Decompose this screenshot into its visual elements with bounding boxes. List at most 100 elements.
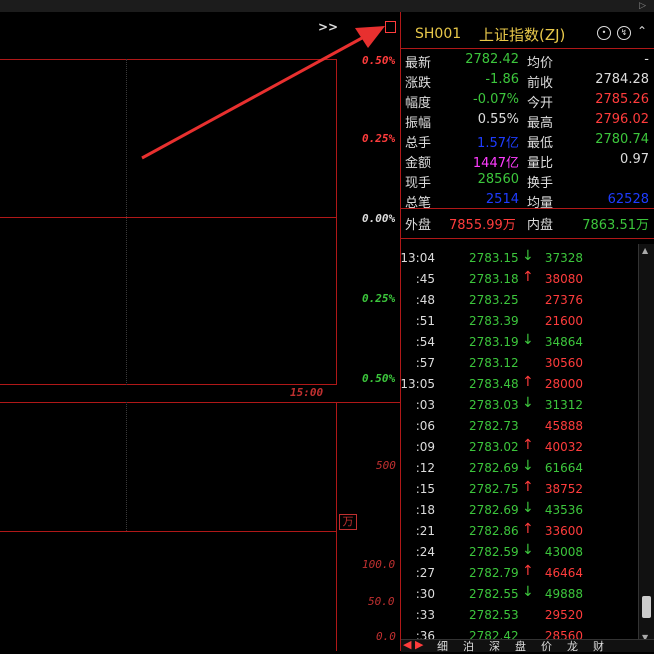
tick-row[interactable]: :21 2782.86 ↑ 33600 — [401, 521, 635, 542]
tick-row[interactable]: :33 2782.53 29520 — [401, 605, 635, 626]
bottom-tabs: ◀ ▶ 细泊深盘价龙财 — [401, 638, 654, 654]
tick-volume: 30560 — [544, 356, 583, 370]
quote-label: 量比 — [527, 156, 554, 171]
indicator-label-100: 100.0 — [362, 558, 396, 571]
tick-price: 2782.75 — [469, 482, 519, 496]
tab-item[interactable]: 财 — [593, 638, 604, 654]
quote-value: 2785.26 — [595, 92, 649, 107]
tick-price: 2782.86 — [469, 524, 519, 538]
tick-time: 13:04 — [400, 251, 435, 265]
tick-row[interactable]: :30 2782.55 ↓ 49888 — [401, 584, 635, 605]
quote-label: 总手 — [405, 136, 432, 151]
arrow-up-icon: ↑ — [522, 269, 534, 285]
tick-row[interactable]: :15 2782.75 ↑ 38752 — [401, 479, 635, 500]
tick-row[interactable]: :51 2783.39 21600 — [401, 311, 635, 332]
tick-volume: 46464 — [544, 566, 583, 580]
arrow-up-icon: ↑ — [522, 479, 534, 495]
quote-label: 涨跌 — [405, 76, 432, 91]
time-axis-border — [0, 402, 400, 403]
quote-value: 2782.42 — [465, 52, 519, 67]
tab-item[interactable]: 盘 — [515, 638, 526, 654]
quote-value: 2784.28 — [595, 72, 649, 87]
quote-row: 金额 1447亿 量比 0.97 — [401, 150, 654, 171]
stock-name: 上证指数(ZJ) — [479, 26, 566, 44]
scroll-up-icon[interactable]: ▲ — [642, 246, 648, 255]
settings-icon[interactable]: • — [597, 26, 611, 40]
tick-row[interactable]: 13:05 2783.48 ↑ 28000 — [400, 374, 635, 395]
outer-value: 7855.99万 — [449, 218, 516, 233]
stock-header: SH001 上证指数(ZJ) • ↯ ⌃ — [401, 22, 654, 48]
power-icon[interactable]: ↯ — [617, 26, 631, 40]
tick-time: :03 — [415, 398, 435, 412]
arrow-down-icon: ↓ — [522, 395, 534, 411]
tick-price: 2783.39 — [469, 314, 519, 328]
tab-next-icon[interactable]: ▶ — [415, 638, 423, 651]
tick-row[interactable]: :03 2783.03 ↓ 31312 — [401, 395, 635, 416]
quote-value: -1.86 — [485, 72, 519, 87]
tab-item[interactable]: 龙 — [567, 638, 578, 654]
tick-time: :30 — [415, 587, 435, 601]
arrow-up-icon: ↑ — [522, 374, 534, 390]
tick-row[interactable]: :27 2782.79 ↑ 46464 — [401, 563, 635, 584]
tick-time: :24 — [415, 545, 435, 559]
tick-volume: 43008 — [544, 545, 583, 559]
pct-label-lower: 0.25% — [362, 292, 396, 305]
tick-row[interactable]: :57 2783.12 30560 — [401, 353, 635, 374]
quote-label: 现手 — [405, 176, 432, 191]
tab-item[interactable]: 泊 — [463, 638, 474, 654]
arrow-up-icon: ↑ — [522, 563, 534, 579]
tick-row[interactable]: :24 2782.59 ↓ 43008 — [401, 542, 635, 563]
tick-scrollbar[interactable]: ▲ ▼ — [638, 244, 654, 644]
tick-time: :45 — [415, 272, 435, 286]
arrow-down-icon: ↓ — [522, 500, 534, 516]
quote-value: 2796.02 — [595, 112, 649, 127]
tab-item[interactable]: 深 — [489, 638, 500, 654]
scroll-thumb[interactable] — [642, 596, 651, 618]
tick-time: :48 — [415, 293, 435, 307]
tick-volume: 34864 — [544, 335, 583, 349]
chevron-up-icon[interactable]: ⌃ — [637, 24, 647, 38]
tick-volume: 38080 — [544, 272, 583, 286]
quote-value: 1447亿 — [472, 156, 519, 171]
tick-row[interactable]: :09 2783.02 ↑ 40032 — [401, 437, 635, 458]
quote-panel: SH001 上证指数(ZJ) • ↯ ⌃ 最新 2782.42 均价 - 涨跌 -1.86… — [400, 12, 654, 654]
quote-label: 前收 — [527, 76, 554, 91]
tick-row[interactable]: :45 2783.18 ↑ 38080 — [401, 269, 635, 290]
outer-label: 外盘 — [405, 218, 432, 233]
tick-time: :54 — [415, 335, 435, 349]
tick-row[interactable]: :06 2782.73 45888 — [401, 416, 635, 437]
tick-time: :51 — [415, 314, 435, 328]
tick-row[interactable]: :48 2783.25 27376 — [401, 290, 635, 311]
tick-volume: 21600 — [544, 314, 583, 328]
tick-time: :15 — [415, 482, 435, 496]
quote-label: 换手 — [527, 176, 554, 191]
tick-price: 2783.03 — [469, 398, 519, 412]
tick-volume: 28000 — [544, 377, 583, 391]
volume-right-border — [336, 402, 337, 651]
quote-label: 金额 — [405, 156, 432, 171]
tick-row[interactable]: :18 2782.69 ↓ 43536 — [401, 500, 635, 521]
tick-price: 2782.59 — [469, 545, 519, 559]
quote-value: 2514 — [485, 192, 519, 207]
quote-table: 最新 2782.42 均价 - 涨跌 -1.86 前收 2784.28 幅度 -0.07% 今开 27… — [401, 50, 654, 211]
tab-item[interactable]: 细 — [437, 638, 448, 654]
indicator-label-50: 50.0 — [368, 595, 395, 608]
tick-row[interactable]: :12 2782.69 ↓ 61664 — [401, 458, 635, 479]
tab-item[interactable]: 价 — [541, 638, 552, 654]
tick-row[interactable]: 13:04 2783.15 ↓ 37328 — [400, 248, 635, 269]
quote-label: 最高 — [527, 116, 554, 131]
tick-price: 2783.02 — [469, 440, 519, 454]
tab-prev-icon[interactable]: ◀ — [403, 638, 411, 651]
quote-row: 现手 28560 换手 — [401, 170, 654, 191]
tick-row[interactable]: :54 2783.19 ↓ 34864 — [401, 332, 635, 353]
unit-toggle-button[interactable]: 万 — [339, 514, 357, 530]
quote-row: 振幅 0.55% 最高 2796.02 — [401, 110, 654, 131]
quote-value: 2780.74 — [595, 132, 649, 147]
arrow-up-icon: ↑ — [522, 521, 534, 537]
tick-time: :18 — [415, 503, 435, 517]
stock-code: SH001 — [415, 26, 462, 42]
tick-volume: 45888 — [544, 419, 583, 433]
quote-value: - — [644, 52, 649, 67]
arrow-down-icon: ↓ — [522, 458, 534, 474]
play-icon[interactable]: ▷ — [639, 1, 646, 11]
